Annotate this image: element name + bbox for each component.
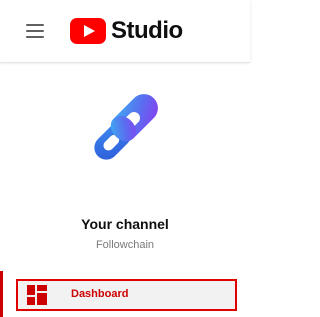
sidebar-item-dashboard[interactable]: Dashboard [0, 271, 250, 317]
brand-text: Studio [111, 17, 183, 44]
channel-avatar[interactable] [84, 82, 170, 168]
sidebar-item-label: Dashboard [71, 288, 129, 300]
dashboard-icon [27, 285, 47, 305]
youtube-studio-logo[interactable]: Studio [70, 14, 183, 48]
active-indicator [0, 271, 3, 317]
menu-button[interactable] [24, 21, 46, 41]
channel-name: Followchain [95, 239, 155, 251]
youtube-play-logo-icon [70, 18, 106, 44]
chain-link-icon [94, 94, 158, 160]
divider [0, 62, 250, 63]
channel-title: Your channel [81, 216, 169, 232]
hamburger-menu-icon [26, 24, 44, 26]
top-bar: Studio [0, 0, 250, 62]
